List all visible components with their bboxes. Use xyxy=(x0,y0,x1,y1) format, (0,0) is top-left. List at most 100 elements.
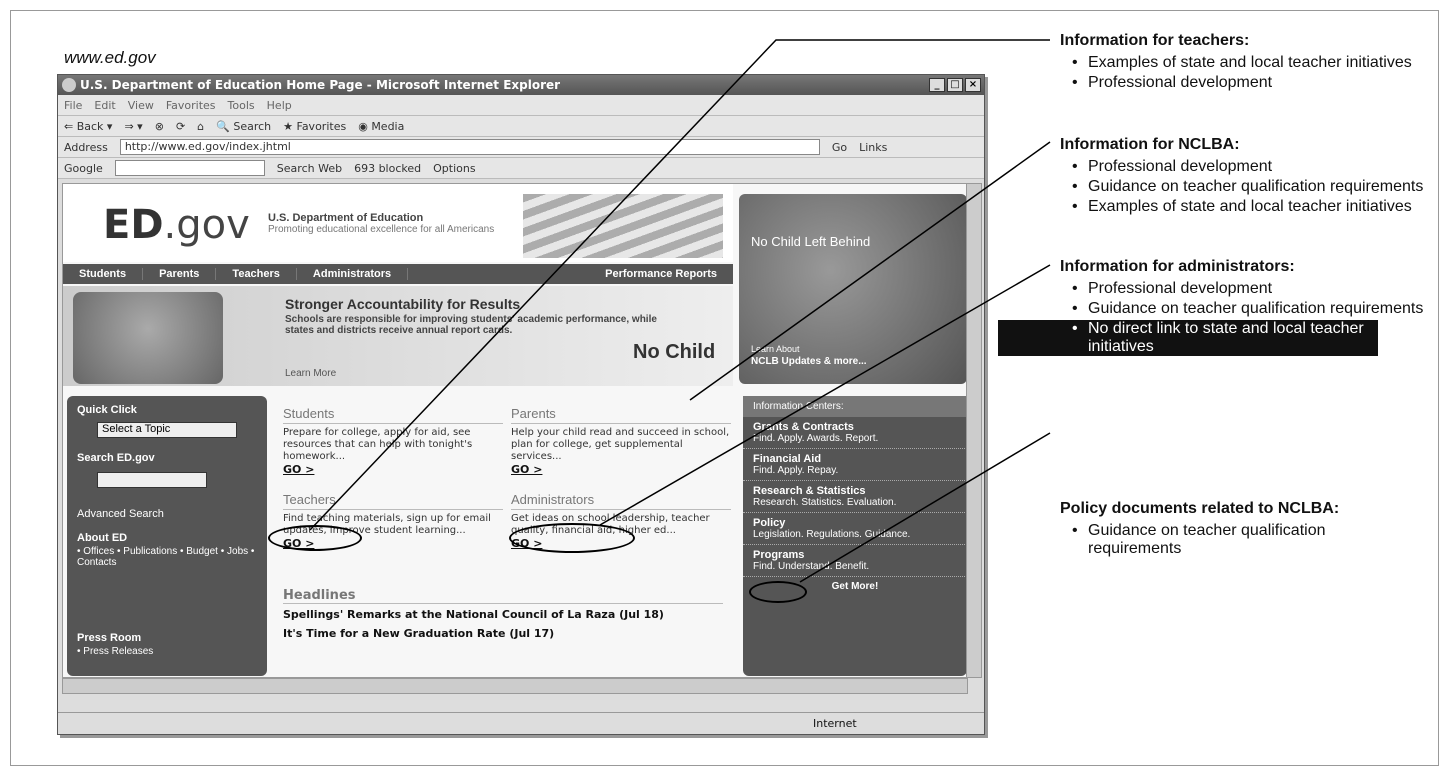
nav-administrators[interactable]: Administrators xyxy=(297,268,409,280)
headline-item[interactable]: It's Time for a New Graduation Rate (Jul… xyxy=(283,627,723,640)
banner-text: Schools are responsible for improving st… xyxy=(285,314,657,336)
google-toolbar: Google Search Web 693 blocked Options xyxy=(58,158,984,179)
vertical-scrollbar[interactable] xyxy=(966,183,982,678)
close-button[interactable]: × xyxy=(965,78,981,92)
back-label: Back xyxy=(76,119,104,133)
students-go-link[interactable]: GO > xyxy=(283,463,314,476)
annotation-item: Professional development xyxy=(1068,280,1423,298)
menu-favorites[interactable]: Favorites xyxy=(166,99,216,112)
window-title: U.S. Department of Education Home Page -… xyxy=(80,78,561,92)
annotation-title: Policy documents related to NCLBA: xyxy=(1060,500,1340,517)
info-item-text: Find. Understand. Benefit. xyxy=(753,561,870,572)
toolbar: ⇐ Back ▾ ⇒ ▾ ⊗ ⟳ ⌂ 🔍 Search ★ Favorites … xyxy=(58,116,984,137)
status-bar: Internet xyxy=(58,712,984,734)
info-item-title: Research & Statistics xyxy=(753,485,866,497)
parents-heading[interactable]: Parents xyxy=(511,406,731,424)
google-search-input[interactable] xyxy=(114,160,265,176)
nav-teachers[interactable]: Teachers xyxy=(216,268,297,280)
menu-help[interactable]: Help xyxy=(267,99,292,112)
info-centers-heading: Information Centers: xyxy=(743,396,967,417)
administrators-heading[interactable]: Administrators xyxy=(511,492,731,510)
favorites-label: Favorites xyxy=(296,119,347,133)
menu-view[interactable]: View xyxy=(128,99,154,112)
parents-block: Parents Help your child read and succeed … xyxy=(511,406,731,476)
students-heading[interactable]: Students xyxy=(283,406,503,424)
site-header: ED.gov U.S. Department of Education Prom… xyxy=(63,184,733,262)
links-button[interactable]: Links xyxy=(859,141,887,154)
advanced-search-link[interactable]: Advanced Search xyxy=(77,508,164,520)
media-button[interactable]: ◉ Media xyxy=(358,120,404,133)
annotation-item: Professional development xyxy=(1068,74,1412,92)
info-item-text: Find. Apply. Awards. Report. xyxy=(753,433,879,444)
menu-tools[interactable]: Tools xyxy=(228,99,255,112)
dept-tagline: Promoting educational excellence for all… xyxy=(268,224,495,235)
logo-text: ED xyxy=(103,202,164,248)
about-ed-links[interactable]: • Offices • Publications • Budget • Jobs… xyxy=(77,546,257,568)
annotation-title: Information for administrators: xyxy=(1060,258,1295,275)
annotation-item: Examples of state and local teacher init… xyxy=(1068,198,1423,216)
annotation-teachers: Information for teachers: Examples of st… xyxy=(1060,32,1412,94)
nclb-logo[interactable]: No Child xyxy=(633,341,715,364)
ed-logo[interactable]: ED.gov xyxy=(103,202,250,248)
search-web-button[interactable]: Search Web xyxy=(277,162,342,175)
nav-parents[interactable]: Parents xyxy=(143,268,217,280)
menu-file[interactable]: File xyxy=(64,99,82,112)
search-button[interactable]: 🔍 Search xyxy=(216,120,271,133)
menu-edit[interactable]: Edit xyxy=(94,99,115,112)
nclb-photo[interactable]: No Child Left Behind Learn About NCLB Up… xyxy=(739,194,967,384)
refresh-icon[interactable]: ⟳ xyxy=(176,120,185,133)
info-item-grants[interactable]: Grants & Contracts Find. Apply. Awards. R… xyxy=(743,417,967,449)
address-input[interactable]: http://www.ed.gov/index.jhtml xyxy=(119,139,820,155)
info-item-programs[interactable]: Programs Find. Understand. Benefit. xyxy=(743,545,967,577)
back-button[interactable]: ⇐ Back ▾ xyxy=(64,120,112,133)
nav-performance-reports[interactable]: Performance Reports xyxy=(589,268,733,280)
menu-bar: File Edit View Favorites Tools Help xyxy=(58,95,984,116)
logo-suffix: .gov xyxy=(163,202,250,248)
favorites-button[interactable]: ★ Favorites xyxy=(283,120,346,133)
flag-image xyxy=(523,194,723,258)
students-text: Prepare for college, apply for aid, see … xyxy=(283,427,473,462)
nclb-photo-title: No Child Left Behind xyxy=(751,234,871,249)
google-logo[interactable]: Google xyxy=(64,162,103,175)
site-nav: Students Parents Teachers Administrators… xyxy=(63,264,733,284)
annotation-title: Information for NCLBA: xyxy=(1060,136,1240,153)
annotation-item: Guidance on teacher qualification requir… xyxy=(1068,178,1423,196)
popups-blocked[interactable]: 693 blocked xyxy=(354,162,421,175)
go-button[interactable]: Go xyxy=(832,141,847,154)
banner-learn-more[interactable]: Learn More xyxy=(285,368,336,379)
students-block: Students Prepare for college, apply for a… xyxy=(283,406,503,476)
browser-window: U.S. Department of Education Home Page -… xyxy=(57,74,985,735)
teachers-heading[interactable]: Teachers xyxy=(283,492,503,510)
info-item-text: Find. Apply. Repay. xyxy=(753,465,839,476)
home-icon[interactable]: ⌂ xyxy=(197,120,204,133)
annotation-item: Professional development xyxy=(1068,158,1423,176)
ie-icon xyxy=(62,78,76,92)
maximize-button[interactable]: □ xyxy=(947,78,963,92)
about-ed-heading: About ED xyxy=(77,532,128,544)
annotation-title: Information for teachers: xyxy=(1060,32,1250,49)
search-label: Search xyxy=(233,119,272,133)
headline-item[interactable]: Spellings' Remarks at the National Counc… xyxy=(283,608,723,621)
forward-button[interactable]: ⇒ ▾ xyxy=(124,120,142,133)
nav-students[interactable]: Students xyxy=(63,268,144,280)
left-sidebar: Quick Click Select a Topic Search ED.gov… xyxy=(67,396,267,676)
site-search-input[interactable] xyxy=(97,472,207,488)
topic-select[interactable]: Select a Topic xyxy=(97,422,237,438)
annotation-item: Examples of state and local teacher init… xyxy=(1068,54,1412,72)
press-releases-link[interactable]: • Press Releases xyxy=(77,646,153,657)
info-item-research[interactable]: Research & Statistics Research. Statistic… xyxy=(743,481,967,513)
nclb-updates[interactable]: NCLB Updates & more... xyxy=(751,356,867,367)
horizontal-scrollbar[interactable] xyxy=(62,678,968,694)
info-item-financial-aid[interactable]: Financial Aid Find. Apply. Repay. xyxy=(743,449,967,481)
minimize-button[interactable]: _ xyxy=(929,78,945,92)
info-item-text: Legislation. Regulations. Guidance. xyxy=(753,529,911,540)
options-button[interactable]: Options xyxy=(433,162,475,175)
nclb-learn-about: Learn About xyxy=(751,344,800,354)
annotation-item-highlighted: No direct link to state and local teache… xyxy=(998,320,1378,356)
accountability-banner[interactable]: Stronger Accountability for Results Scho… xyxy=(63,286,733,386)
info-item-policy[interactable]: Policy Legislation. Regulations. Guidance… xyxy=(743,513,967,545)
address-bar: Address http://www.ed.gov/index.jhtml Go… xyxy=(58,137,984,158)
stop-icon[interactable]: ⊗ xyxy=(155,120,164,133)
parents-go-link[interactable]: GO > xyxy=(511,463,542,476)
title-bar: U.S. Department of Education Home Page -… xyxy=(58,75,984,95)
